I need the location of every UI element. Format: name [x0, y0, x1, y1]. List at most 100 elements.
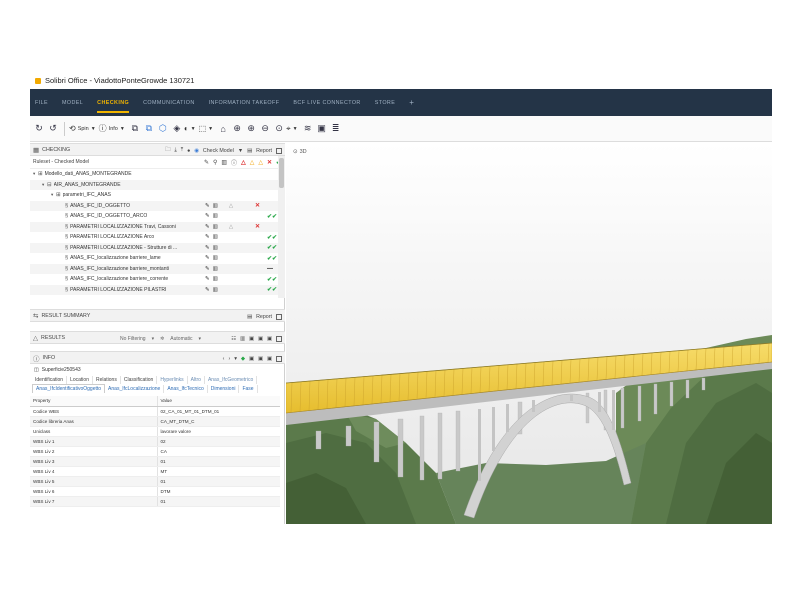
- menu-communication[interactable]: COMMUNICATION: [143, 96, 195, 110]
- chevron-down-icon[interactable]: ▾: [199, 336, 202, 342]
- edit-icon[interactable]: ✎: [205, 213, 210, 219]
- zoom-in-icon[interactable]: ⊕: [244, 122, 258, 136]
- menu-store[interactable]: STORE: [375, 96, 395, 110]
- property-row[interactable]: WBS Liv 5 01: [30, 476, 280, 487]
- maximize-icon[interactable]: [276, 355, 282, 362]
- export-icon[interactable]: ▣: [267, 336, 272, 342]
- display-mode-button[interactable]: ◐ ▼: [184, 121, 196, 137]
- edit-icon[interactable]: ✎: [205, 276, 210, 282]
- property-row[interactable]: WBS Liv 1 02: [30, 436, 280, 447]
- redo-icon[interactable]: ↻: [32, 122, 46, 136]
- scrollbar-thumb[interactable]: [279, 158, 284, 188]
- measure-button[interactable]: ⌖ ▼: [286, 121, 297, 137]
- chevron-down-icon[interactable]: ▾: [152, 336, 155, 342]
- edit-icon[interactable]: ✎: [205, 203, 210, 209]
- ruleset-tree-row[interactable]: ▾ ⊞ Modello_dati_ANAS_MONTEGRANDE: [30, 169, 285, 180]
- walk-icon[interactable]: ≋: [301, 122, 315, 136]
- zoom-out-icon[interactable]: ⊖: [258, 122, 272, 136]
- add-tab-button[interactable]: +: [409, 98, 414, 107]
- info-tab[interactable]: Dimensioni: [208, 385, 240, 393]
- copy-icon[interactable]: ▣: [258, 356, 263, 362]
- property-row[interactable]: WBS Liv 2 CA: [30, 446, 280, 457]
- property-row[interactable]: WBS Liv 3 01: [30, 456, 280, 467]
- table-icon[interactable]: ▥: [213, 276, 218, 282]
- ruleset-tree-row[interactable]: § PARAMETRI LOCALIZZAZIONE PILASTRI ✎ ▥ ✔✔: [30, 284, 285, 295]
- export-icon[interactable]: ▣: [267, 356, 272, 362]
- ruleset-tree-row[interactable]: ▾ ⊞ parametri_IFC_ANAS: [30, 190, 285, 201]
- info-button[interactable]: ⓘ Info ▼: [99, 121, 125, 137]
- check-model-button[interactable]: Check Model: [203, 148, 234, 154]
- maximize-icon[interactable]: [276, 147, 282, 154]
- zoom-fit-icon[interactable]: ⊕: [230, 122, 244, 136]
- ruleset-tree-row[interactable]: § ANAS_IFC_localizzazione barriere_corren…: [30, 274, 285, 285]
- folder-icon[interactable]: 🗀: [165, 146, 170, 155]
- visibility-icon[interactable]: ◈: [170, 122, 184, 136]
- view-cube-button[interactable]: ⬚ ▼: [199, 121, 214, 137]
- value-column-header[interactable]: Value: [157, 396, 280, 407]
- edit-icon[interactable]: ✎: [205, 245, 210, 251]
- list-icon[interactable]: ☷: [231, 336, 236, 342]
- edit-icon[interactable]: ✎: [205, 255, 210, 261]
- info-tab[interactable]: Anas_IfcIdentificativoOggetto: [32, 384, 106, 393]
- spin-button[interactable]: ⟲ Spin ▼: [69, 121, 96, 137]
- cube-icon[interactable]: ⬡: [156, 122, 170, 136]
- table-icon[interactable]: ▥: [213, 266, 218, 272]
- section-box-icon[interactable]: ⌂: [216, 122, 230, 136]
- info-tab[interactable]: Anas_IfcGeometrico: [205, 376, 258, 384]
- chevron-down-icon[interactable]: ▼: [238, 148, 243, 154]
- settings-icon[interactable]: ●: [187, 148, 190, 154]
- menu-bcf-live-connector[interactable]: BCF LIVE CONNECTOR: [293, 96, 360, 110]
- info-tab[interactable]: Altro: [188, 376, 205, 384]
- table-icon[interactable]: ▥: [213, 255, 218, 261]
- edit-icon[interactable]: ✎: [205, 287, 210, 293]
- property-column-header[interactable]: Property: [30, 396, 158, 407]
- components-icon[interactable]: ⧉: [128, 122, 142, 136]
- table-icon[interactable]: ▥: [213, 234, 218, 240]
- ruleset-tree-row[interactable]: § ANAS_IFC_localizzazione barriere_montan…: [30, 263, 285, 274]
- forward-icon[interactable]: ›: [228, 356, 230, 362]
- info-tab[interactable]: Hyperlinks: [157, 376, 188, 384]
- checking-scrollbar[interactable]: [278, 156, 285, 298]
- menu-checking[interactable]: CHECKING: [97, 96, 130, 113]
- back-icon[interactable]: ‹: [223, 356, 225, 362]
- table-icon[interactable]: ▥: [213, 213, 218, 219]
- ruleset-tree-row[interactable]: § ANAS_IFC_ID_OGGETTO ✎ ▥ △ ✕: [30, 200, 285, 211]
- ruleset-tree-row[interactable]: § ANAS_IFC_localizzazione barriere_lame ✎ ▥…: [30, 253, 285, 264]
- info-tab[interactable]: Fase: [239, 385, 258, 393]
- ruleset-tree-row[interactable]: § PARAMETRI LOCALIZZAZIONE Travi, Cassoni…: [30, 221, 285, 232]
- select-components-icon[interactable]: ⧉: [142, 122, 156, 136]
- menu-model[interactable]: MODEL: [62, 96, 83, 110]
- presentation-icon[interactable]: ▣: [315, 122, 329, 136]
- table-icon[interactable]: ▥: [213, 224, 218, 230]
- summary-report-button[interactable]: Report: [256, 314, 272, 320]
- maximize-icon[interactable]: [276, 313, 282, 320]
- table-icon[interactable]: ▥: [213, 287, 218, 293]
- tag-icon[interactable]: ◆: [241, 356, 245, 362]
- print-icon[interactable]: ▣: [258, 336, 263, 342]
- layers-icon[interactable]: ≣: [329, 122, 343, 136]
- table-icon[interactable]: ▥: [213, 245, 218, 251]
- info-tab[interactable]: Anas_IfcTecnico: [164, 385, 208, 393]
- auto-mode-dropdown[interactable]: Automatic: [170, 336, 192, 342]
- ruleset-tree-row[interactable]: § PARAMETRI LOCALIZZAZIONE Arco ✎ ▥ ✔✔: [30, 232, 285, 243]
- camera-icon[interactable]: ▣: [249, 336, 254, 342]
- chevron-down-icon[interactable]: ▾: [234, 356, 237, 362]
- 3d-viewport[interactable]: ⊙ 3D: [286, 143, 772, 524]
- ruleset-tree-row[interactable]: § ANAS_IFC_ID_OGGETTO_ARCO ✎ ▥ ✔✔: [30, 211, 285, 222]
- property-row[interactable]: Codice libreria Anas CA_MT_DTM_C: [30, 416, 280, 427]
- gear-icon[interactable]: ✲: [160, 336, 164, 342]
- ruleset-tree-row[interactable]: ▾ ⊟ AIR_ANAS_MONTEGRANDE: [30, 179, 285, 190]
- info-tab[interactable]: Classification: [121, 376, 158, 384]
- table-icon[interactable]: ▥: [213, 203, 218, 209]
- menu-file[interactable]: FILE: [35, 96, 48, 110]
- download-icon[interactable]: ⤓: [174, 147, 176, 154]
- filter-dropdown[interactable]: No Filtering: [120, 336, 146, 342]
- undo-icon[interactable]: ↺: [46, 122, 60, 136]
- property-row[interactable]: WBS Liv 4 MT: [30, 466, 280, 477]
- maximize-icon[interactable]: [276, 335, 282, 342]
- table-icon[interactable]: ▥: [240, 336, 245, 342]
- info-tab[interactable]: Anas_IfcLocalizzazione: [105, 385, 165, 393]
- upload-icon[interactable]: ⤒: [181, 147, 183, 154]
- property-row[interactable]: WBS Liv 7 01: [30, 496, 280, 507]
- info-tab[interactable]: Location: [67, 376, 93, 384]
